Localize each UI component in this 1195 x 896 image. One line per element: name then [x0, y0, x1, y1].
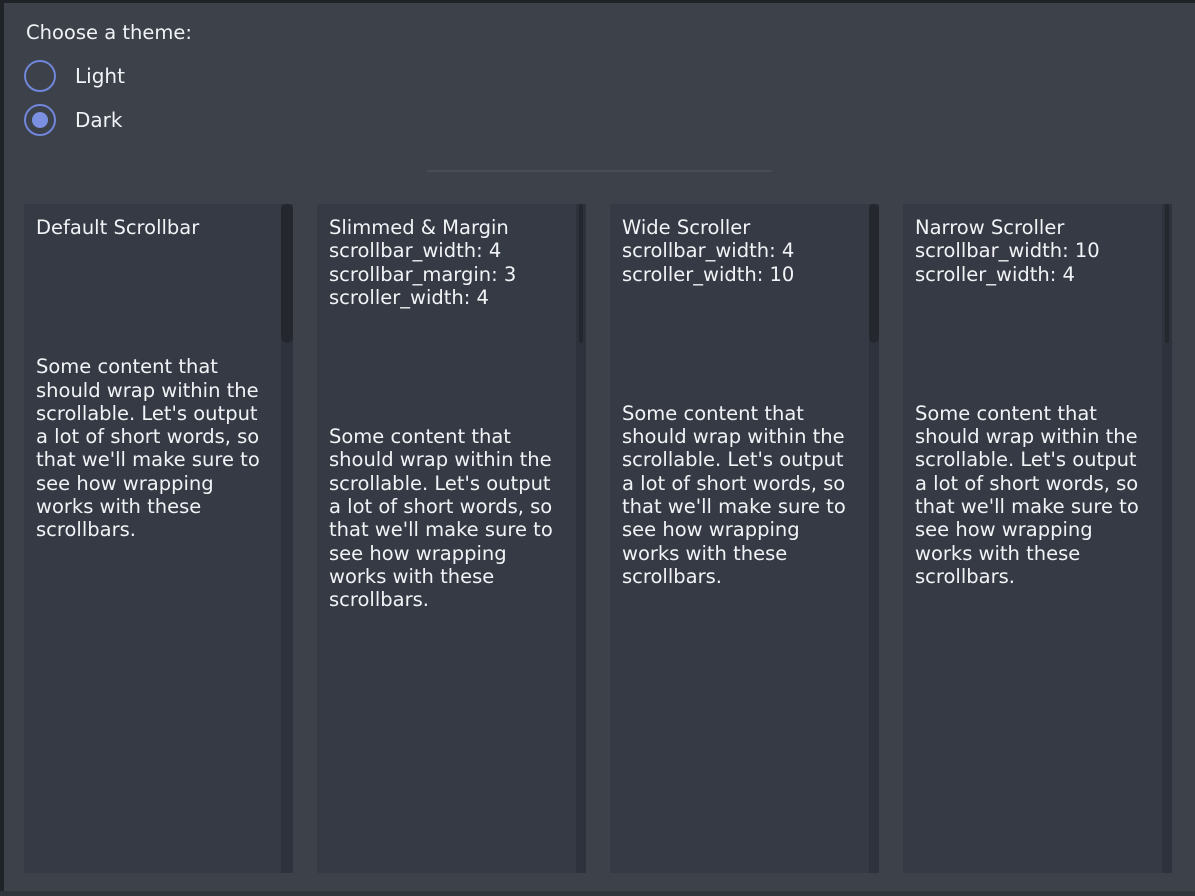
panel-content: Wide Scroller scrollbar_width: 4 scrolle… — [610, 204, 879, 588]
radio-option-light-label: Light — [75, 60, 125, 92]
panel-body-text: Some content that should wrap within the… — [329, 425, 563, 611]
divider — [427, 170, 772, 172]
panel-content: Narrow Scroller scrollbar_width: 10 scro… — [903, 204, 1172, 588]
panel-title: Narrow Scroller scrollbar_width: 10 scro… — [915, 216, 1157, 286]
scrollbar-thumb[interactable] — [1165, 204, 1169, 343]
panel-title-line: Narrow Scroller — [915, 216, 1157, 239]
radio-dot-icon — [32, 112, 48, 128]
radio-unselected-icon[interactable] — [24, 60, 56, 92]
panel-slimmed-margin[interactable]: Slimmed & Margin scrollbar_width: 4 scro… — [317, 204, 586, 873]
panel-title: Default Scrollbar — [36, 216, 278, 239]
panel-title-line: Default Scrollbar — [36, 216, 278, 239]
panel-property-line: scroller_width: 10 — [622, 263, 864, 286]
panel-wide-scroller[interactable]: Wide Scroller scrollbar_width: 4 scrolle… — [610, 204, 879, 873]
panel-title: Slimmed & Margin scrollbar_width: 4 scro… — [329, 216, 571, 309]
panel-property-line: scrollbar_width: 4 — [329, 239, 571, 262]
panel-title: Wide Scroller scrollbar_width: 4 scrolle… — [622, 216, 864, 286]
panel-body-text: Some content that should wrap within the… — [915, 402, 1149, 588]
window-left-edge — [0, 0, 4, 896]
panel-title-line: Slimmed & Margin — [329, 216, 571, 239]
panel-property-line: scrollbar_width: 10 — [915, 239, 1157, 262]
panel-content: Slimmed & Margin scrollbar_width: 4 scro… — [317, 204, 586, 612]
panel-property-line: scroller_width: 4 — [915, 263, 1157, 286]
radio-option-dark-label: Dark — [75, 104, 122, 136]
scrollbar-thumb[interactable] — [281, 204, 293, 343]
panel-property-line: scrollbar_width: 4 — [622, 239, 864, 262]
panel-body-text: Some content that should wrap within the… — [36, 355, 270, 541]
window-bottom-edge — [0, 891, 1195, 896]
window-top-edge — [0, 0, 1195, 3]
radio-option-dark[interactable]: Dark — [24, 104, 122, 136]
scrollbar-thumb[interactable] — [579, 204, 583, 343]
panels-row: Default Scrollbar Some content that shou… — [24, 204, 1172, 873]
panel-title-line: Wide Scroller — [622, 216, 864, 239]
panel-property-line: scroller_width: 4 — [329, 286, 571, 309]
scrollbar-thumb[interactable] — [869, 204, 879, 343]
panel-default-scrollbar[interactable]: Default Scrollbar Some content that shou… — [24, 204, 293, 873]
panel-narrow-scroller[interactable]: Narrow Scroller scrollbar_width: 10 scro… — [903, 204, 1172, 873]
panel-content: Default Scrollbar Some content that shou… — [24, 204, 293, 542]
radio-option-light[interactable]: Light — [24, 60, 125, 92]
radio-selected-icon[interactable] — [24, 104, 56, 136]
panel-property-line: scrollbar_margin: 3 — [329, 263, 571, 286]
theme-chooser-label: Choose a theme: — [26, 21, 192, 45]
panel-body-text: Some content that should wrap within the… — [622, 402, 856, 588]
